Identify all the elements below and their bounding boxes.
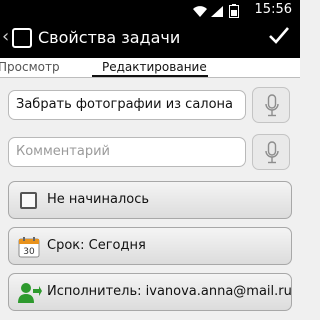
status-button[interactable]: Не начиналось (8, 181, 292, 219)
task-title-field[interactable]: Забрать фотографии из салона (8, 90, 246, 120)
due-date-button[interactable]: 30 Срок: Сегодня (8, 227, 292, 265)
assignee-button[interactable]: Исполнитель: ivanova.anna@mail.ru (8, 273, 292, 311)
chevron-left-icon[interactable]: ‹ (2, 26, 9, 47)
comment-field[interactable]: Комментарий (8, 137, 246, 167)
voice-input-title-button[interactable] (252, 87, 290, 123)
status-bar: 15:56 (0, 0, 300, 20)
microphone-icon (265, 94, 279, 117)
assignee-label: Исполнитель: ivanova.anna@mail.ru (47, 284, 292, 299)
task-complete-checkbox[interactable] (12, 28, 32, 48)
status-label: Не начиналось (47, 192, 150, 207)
microphone-icon (265, 141, 279, 164)
tab-edit[interactable]: Редактирование (102, 60, 207, 74)
svg-text:30: 30 (23, 247, 35, 257)
due-date-label: Срок: Сегодня (47, 238, 146, 253)
checkmark-icon[interactable] (268, 24, 290, 50)
action-bar: ‹ Свойства задачи (0, 20, 300, 58)
tab-selected-indicator (92, 75, 208, 77)
status-time: 15:56 (254, 2, 292, 17)
tab-view[interactable]: Просмотр (0, 60, 60, 74)
page-title: Свойства задачи (38, 28, 181, 47)
calendar-icon: 30 (18, 236, 40, 262)
status-checkbox[interactable] (20, 192, 37, 209)
tab-bar: Просмотр Редактирование (0, 58, 300, 78)
voice-input-comment-button[interactable] (252, 134, 290, 170)
assign-person-icon (18, 282, 42, 308)
